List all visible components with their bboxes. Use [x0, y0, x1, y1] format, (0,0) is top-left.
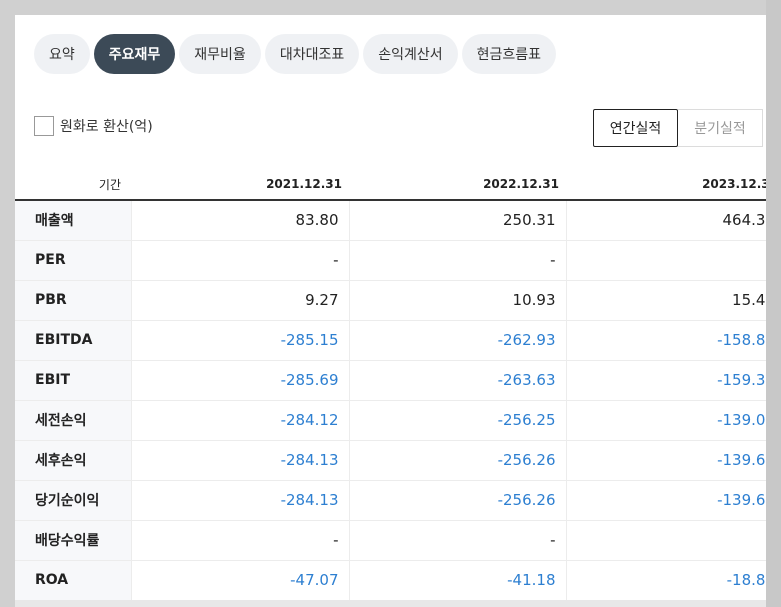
financial-panel: 요약 주요재무 재무비율 대차대조표 손익계산서 현금흐름표 원화로 환산(억)… [15, 15, 766, 607]
table-row: PER--- [15, 240, 766, 281]
currency-conversion-option[interactable]: 원화로 환산(억) [34, 116, 153, 136]
bottom-edge-strip [15, 600, 766, 607]
table-row: 세전손익-284.12-256.25-139.04 [15, 399, 766, 441]
table-cell: -262.93 [348, 320, 566, 361]
financial-table: 기간 2021.12.31 2022.12.31 2023.12.31 매출액8… [15, 169, 766, 601]
row-label: 세전손익 [15, 399, 131, 441]
tab-financial-ratios[interactable]: 재무비율 [179, 34, 261, 74]
annual-results-button[interactable]: 연간실적 [593, 109, 678, 147]
row-label: PBR [15, 280, 131, 321]
table-cell: -263.63 [348, 360, 566, 401]
table-row: EBITDA-285.15-262.93-158.85 [15, 320, 766, 361]
table-row: 당기순이익-284.13-256.26-139.67 [15, 480, 766, 521]
table-cell: -139.67 [565, 480, 766, 521]
table-cell: 250.31 [348, 200, 566, 241]
column-header: 2021.12.31 [131, 169, 349, 201]
row-label: 당기순이익 [15, 480, 131, 521]
table-cell: -159.38 [565, 360, 766, 401]
table-cell: -18.84 [565, 560, 766, 601]
table-row: 세후손익-284.13-256.26-139.67 [15, 440, 766, 481]
table-cell: -284.12 [130, 399, 349, 441]
row-label: 배당수익률 [15, 520, 131, 561]
report-tabs: 요약 주요재무 재무비율 대차대조표 손익계산서 현금흐름표 [34, 34, 557, 74]
table-row: 매출액83.80250.31464.37 [15, 200, 766, 241]
table-cell: -139.04 [565, 399, 766, 441]
currency-conversion-label: 원화로 환산(억) [60, 119, 153, 135]
row-label: EBITDA [15, 320, 131, 361]
table-cell: -256.26 [348, 480, 566, 521]
quarterly-results-button[interactable]: 분기실적 [678, 109, 763, 147]
table-header-row: 기간 2021.12.31 2022.12.31 2023.12.31 [15, 169, 766, 201]
table-row: ROA-47.07-41.18-18.84 [15, 560, 766, 601]
tab-income-statement[interactable]: 손익계산서 [363, 34, 458, 74]
table-cell: 10.93 [348, 280, 566, 321]
table-cell: -284.13 [130, 480, 349, 521]
period-toggle: 연간실적 분기실적 [593, 109, 763, 147]
row-label: ROA [15, 560, 131, 601]
table-cell: 464.37 [565, 200, 766, 241]
table-cell: 15.46 [565, 280, 766, 321]
tab-cash-flow[interactable]: 현금흐름표 [461, 34, 557, 74]
table-cell: -158.85 [565, 320, 766, 361]
table-cell: -285.69 [130, 360, 349, 401]
table-cell: -139.67 [565, 440, 766, 481]
table-row: PBR9.2710.9315.46 [15, 280, 766, 321]
tab-summary[interactable]: 요약 [34, 34, 90, 74]
table-cell: -41.18 [348, 560, 566, 601]
table-row: 배당수익률--- [15, 520, 766, 561]
table-cell: - [348, 520, 566, 561]
tab-key-financials[interactable]: 주요재무 [93, 34, 176, 74]
table-cell: - [565, 520, 766, 561]
right-edge-shade [766, 0, 781, 607]
column-header: 2023.12.31 [566, 169, 766, 201]
table-cell: - [130, 520, 349, 561]
table-cell: - [565, 240, 766, 281]
table-cell: - [130, 240, 349, 281]
table-cell: -47.07 [130, 560, 349, 601]
table-row: EBIT-285.69-263.63-159.38 [15, 360, 766, 401]
currency-conversion-checkbox[interactable] [34, 116, 54, 136]
column-header: 2022.12.31 [349, 169, 566, 201]
row-label: PER [15, 240, 131, 281]
table-cell: 9.27 [130, 280, 349, 321]
table-cell: 83.80 [130, 200, 349, 241]
period-header: 기간 [15, 169, 131, 201]
table-cell: -285.15 [130, 320, 349, 361]
tab-balance-sheet[interactable]: 대차대조표 [264, 34, 360, 74]
table-cell: -256.26 [348, 440, 566, 481]
row-label: 매출액 [15, 200, 131, 241]
table-cell: -256.25 [348, 399, 566, 441]
table-cell: - [348, 240, 566, 281]
table-cell: -284.13 [130, 440, 349, 481]
row-label: 세후손익 [15, 440, 131, 481]
row-label: EBIT [15, 360, 131, 401]
